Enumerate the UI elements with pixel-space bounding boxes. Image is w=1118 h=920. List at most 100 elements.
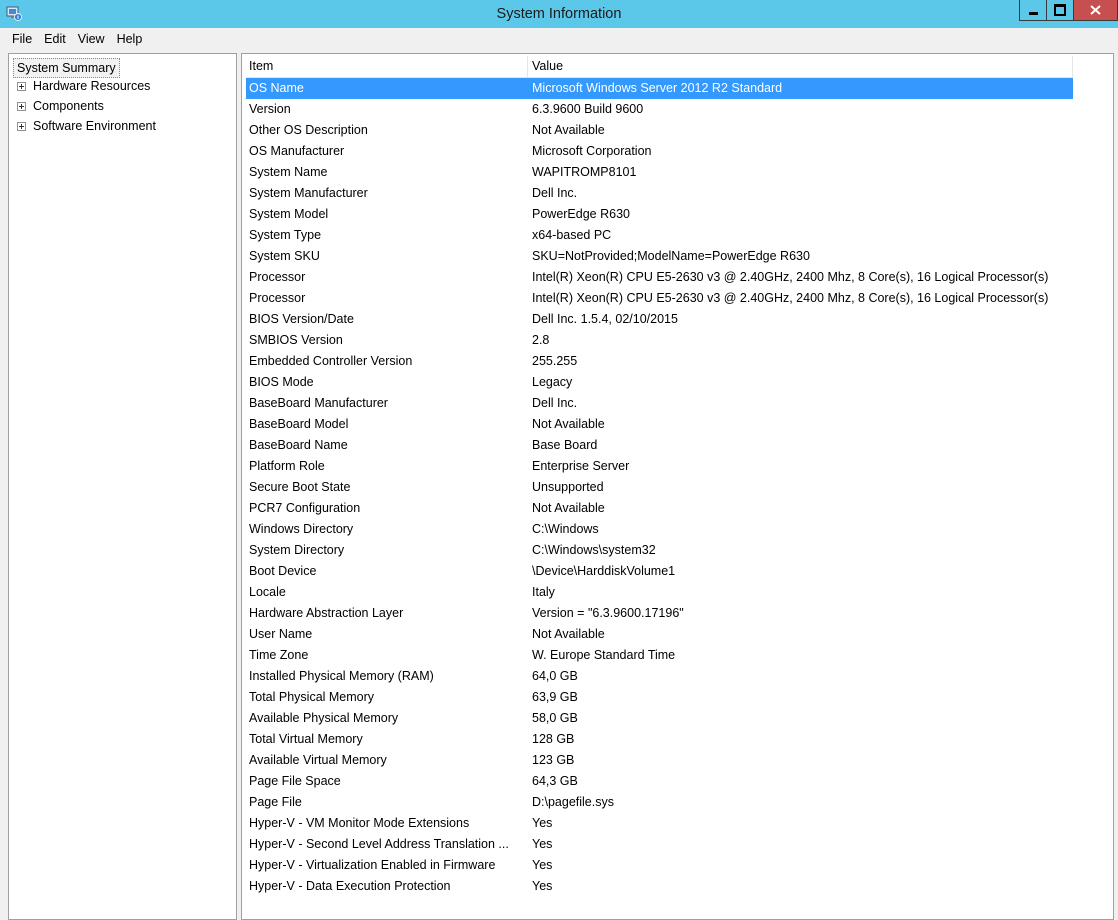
row-value-cell: Yes xyxy=(532,837,553,851)
row-item-cell: Available Virtual Memory xyxy=(249,753,387,767)
table-row[interactable]: Secure Boot State Unsupported xyxy=(246,477,1073,498)
row-item-cell: Page File Space xyxy=(249,774,341,788)
row-value-cell: Microsoft Windows Server 2012 R2 Standar… xyxy=(532,81,783,95)
table-row[interactable]: System Manufacturer Dell Inc. xyxy=(246,183,1073,204)
minimize-button[interactable] xyxy=(1019,0,1046,21)
row-value-cell: Base Board xyxy=(532,438,598,452)
table-row[interactable]: Boot Device \Device\HarddiskVolume1 xyxy=(246,561,1073,582)
menu-view[interactable]: View xyxy=(72,29,111,49)
table-row[interactable]: User Name Not Available xyxy=(246,624,1073,645)
table-row[interactable]: Total Virtual Memory 128 GB xyxy=(246,729,1073,750)
close-button[interactable] xyxy=(1073,0,1118,21)
title-bar[interactable]: System Information xyxy=(0,0,1118,28)
table-row[interactable]: System Model PowerEdge R630 xyxy=(246,204,1073,225)
expand-icon[interactable] xyxy=(17,121,26,131)
table-row[interactable]: BIOS Mode Legacy xyxy=(246,372,1073,393)
details-list[interactable]: Item Value OS Name Microsoft Windows Serv… xyxy=(241,53,1114,920)
table-row[interactable]: Processor Intel(R) Xeon(R) CPU E5-2630 v3… xyxy=(246,267,1073,288)
row-value-cell: Not Available xyxy=(532,417,605,431)
menu-edit[interactable]: Edit xyxy=(38,29,72,49)
list-rows: OS Name Microsoft Windows Server 2012 R2 … xyxy=(246,78,1073,897)
row-item-cell: Boot Device xyxy=(249,564,317,578)
table-row[interactable]: System Type x64-based PC xyxy=(246,225,1073,246)
menu-help[interactable]: Help xyxy=(111,29,149,49)
row-item-cell: Platform Role xyxy=(249,459,325,473)
row-item-cell: BIOS Mode xyxy=(249,375,314,389)
table-row[interactable]: Hyper-V - VM Monitor Mode Extensions Yes xyxy=(246,813,1073,834)
row-value-cell: Italy xyxy=(532,585,555,599)
row-value-cell: Intel(R) Xeon(R) CPU E5-2630 v3 @ 2.40GH… xyxy=(532,291,1049,305)
maximize-button[interactable] xyxy=(1046,0,1073,21)
tree-item-label: Software Environment xyxy=(33,119,156,133)
table-row[interactable]: Windows Directory C:\Windows xyxy=(246,519,1073,540)
table-row[interactable]: System Directory C:\Windows\system32 xyxy=(246,540,1073,561)
table-row[interactable]: Version 6.3.9600 Build 9600 xyxy=(246,99,1073,120)
row-value-cell: 58,0 GB xyxy=(532,711,578,725)
table-row[interactable]: Platform Role Enterprise Server xyxy=(246,456,1073,477)
table-row[interactable]: Other OS Description Not Available xyxy=(246,120,1073,141)
tree-item-software-environment[interactable]: Software Environment xyxy=(17,117,156,135)
row-item-cell: BaseBoard Name xyxy=(249,438,348,452)
table-row[interactable]: Hyper-V - Virtualization Enabled in Firm… xyxy=(246,855,1073,876)
tree-item-hardware-resources[interactable]: Hardware Resources xyxy=(17,77,150,95)
row-value-cell: Yes xyxy=(532,879,553,893)
tree-item-system-summary[interactable]: System Summary xyxy=(13,58,120,78)
column-header-value[interactable]: Value xyxy=(529,56,1073,77)
row-value-cell: D:\pagefile.sys xyxy=(532,795,614,809)
row-item-cell: OS Name xyxy=(249,81,304,95)
table-row[interactable]: Available Physical Memory 58,0 GB xyxy=(246,708,1073,729)
row-value-cell: \Device\HarddiskVolume1 xyxy=(532,564,676,578)
row-value-cell: 63,9 GB xyxy=(532,690,578,704)
row-item-cell: BIOS Version/Date xyxy=(249,312,354,326)
row-value-cell: 2.8 xyxy=(532,333,550,347)
table-row[interactable]: SMBIOS Version 2.8 xyxy=(246,330,1073,351)
row-value-cell: Version = "6.3.9600.17196" xyxy=(532,606,684,620)
table-row[interactable]: Hyper-V - Data Execution Protection Yes xyxy=(246,876,1073,897)
row-value-cell: Dell Inc. xyxy=(532,186,578,200)
table-row[interactable]: BaseBoard Model Not Available xyxy=(246,414,1073,435)
table-row[interactable]: Installed Physical Memory (RAM) 64,0 GB xyxy=(246,666,1073,687)
category-tree[interactable]: System Summary Hardware Resources Compon… xyxy=(8,53,237,920)
row-value-cell: Enterprise Server xyxy=(532,459,630,473)
row-item-cell: Windows Directory xyxy=(249,522,354,536)
row-item-cell: Available Physical Memory xyxy=(249,711,399,725)
menu-file[interactable]: File xyxy=(0,29,38,49)
table-row[interactable]: BaseBoard Manufacturer Dell Inc. xyxy=(246,393,1073,414)
expand-icon[interactable] xyxy=(17,81,26,91)
tree-item-components[interactable]: Components xyxy=(17,97,104,115)
row-value-cell: Microsoft Corporation xyxy=(532,144,652,158)
row-value-cell: Yes xyxy=(532,816,553,830)
table-row[interactable]: Locale Italy xyxy=(246,582,1073,603)
table-row[interactable]: Processor Intel(R) Xeon(R) CPU E5-2630 v3… xyxy=(246,288,1073,309)
row-value-cell: 128 GB xyxy=(532,732,575,746)
row-item-cell: Total Physical Memory xyxy=(249,690,375,704)
table-row[interactable]: OS Manufacturer Microsoft Corporation xyxy=(246,141,1073,162)
minimize-icon xyxy=(1028,12,1038,15)
table-row[interactable]: Hardware Abstraction Layer Version = "6.3… xyxy=(246,603,1073,624)
table-row[interactable]: System SKU SKU=NotProvided;ModelName=Powe… xyxy=(246,246,1073,267)
column-header-item[interactable]: Item xyxy=(246,56,528,77)
expand-icon[interactable] xyxy=(17,101,26,111)
row-item-cell: Version xyxy=(249,102,291,116)
table-row[interactable]: Time Zone W. Europe Standard Time xyxy=(246,645,1073,666)
table-row[interactable]: System Name WAPITROMP8101 xyxy=(246,162,1073,183)
table-row[interactable]: PCR7 Configuration Not Available xyxy=(246,498,1073,519)
table-row[interactable]: Available Virtual Memory 123 GB xyxy=(246,750,1073,771)
table-row[interactable]: Total Physical Memory 63,9 GB xyxy=(246,687,1073,708)
row-value-cell: Intel(R) Xeon(R) CPU E5-2630 v3 @ 2.40GH… xyxy=(532,270,1049,284)
row-value-cell: SKU=NotProvided;ModelName=PowerEdge R630 xyxy=(532,249,810,263)
table-row[interactable]: Hyper-V - Second Level Address Translati… xyxy=(246,834,1073,855)
table-row[interactable]: Page File Space 64,3 GB xyxy=(246,771,1073,792)
system-information-icon[interactable] xyxy=(6,5,22,21)
table-row[interactable]: BaseBoard Name Base Board xyxy=(246,435,1073,456)
row-value-cell: PowerEdge R630 xyxy=(532,207,630,221)
table-row[interactable]: Page File D:\pagefile.sys xyxy=(246,792,1073,813)
row-item-cell: System Directory xyxy=(249,543,345,557)
row-item-cell: Total Virtual Memory xyxy=(249,732,363,746)
row-item-cell: Installed Physical Memory (RAM) xyxy=(249,669,434,683)
row-item-cell: Hardware Abstraction Layer xyxy=(249,606,404,620)
table-row[interactable]: BIOS Version/Date Dell Inc. 1.5.4, 02/10/… xyxy=(246,309,1073,330)
row-item-cell: Embedded Controller Version xyxy=(249,354,413,368)
table-row[interactable]: Embedded Controller Version 255.255 xyxy=(246,351,1073,372)
table-row[interactable]: OS Name Microsoft Windows Server 2012 R2 … xyxy=(246,78,1073,99)
